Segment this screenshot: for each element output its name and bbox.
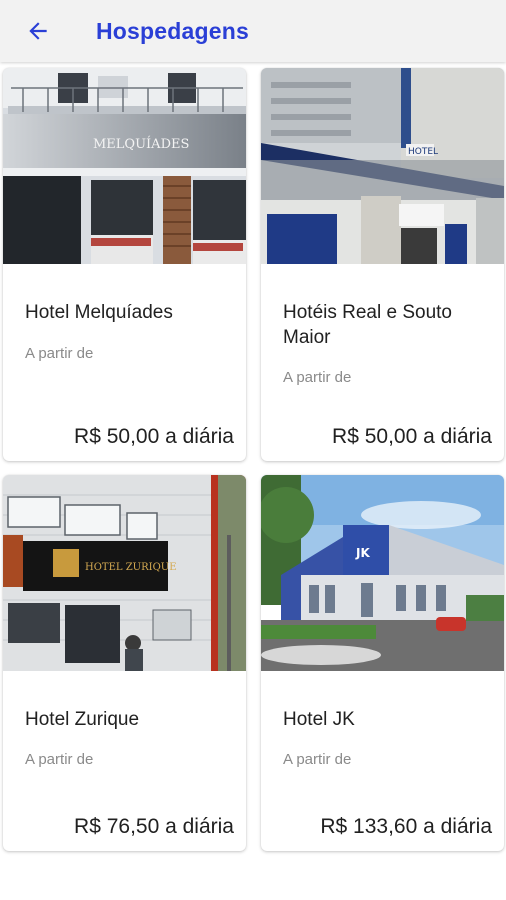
- hotel-name: Hotel JK: [283, 709, 355, 730]
- hotel-photo: JK: [261, 475, 504, 671]
- hotel-sign: JK: [355, 546, 370, 560]
- hotel-sign: MELQUÍADES: [93, 136, 189, 152]
- hotel-sign: HOTEL: [408, 147, 438, 157]
- hotel-name: Hotéis Real e Souto Maior: [283, 302, 452, 348]
- arrow-left-icon: [29, 22, 47, 40]
- hotel-card-melquiades[interactable]: MELQUÍADES Hotel Melquíades A partir de …: [3, 68, 246, 461]
- back-button[interactable]: [18, 11, 58, 51]
- hotel-photo: MELQUÍADES: [3, 68, 246, 264]
- price-from-label: A partir de: [25, 345, 94, 362]
- hotel-card-zurique[interactable]: HOTEL ZURIQUE Hotel Zurique A partir de …: [3, 475, 246, 851]
- hotel-photo: SOUTO MAIOR HOTEL: [261, 68, 504, 264]
- hotel-sign: HOTEL ZURIQUE: [85, 562, 177, 573]
- hotel-name: Hotel Melquíades: [25, 302, 173, 323]
- hotel-card-jk[interactable]: JK Hotel JK A partir de R$ 133,60 a diár…: [261, 475, 504, 851]
- app-bar: Hospedagens: [0, 0, 506, 62]
- price-from-label: A partir de: [283, 369, 352, 386]
- hotel-price: R$ 50,00 a diária: [74, 425, 234, 448]
- price-from-label: A partir de: [25, 751, 94, 768]
- hotel-price: R$ 50,00 a diária: [332, 425, 492, 448]
- price-from-label: A partir de: [283, 751, 352, 768]
- hotel-price: R$ 76,50 a diária: [74, 815, 234, 838]
- hotel-card-real-souto-maior[interactable]: SOUTO MAIOR HOTEL Hotéis Real e Souto Ma…: [261, 68, 504, 461]
- hotel-price: R$ 133,60 a diária: [320, 815, 492, 838]
- hotel-photo: HOTEL ZURIQUE: [3, 475, 246, 671]
- page-title: Hospedagens: [96, 17, 250, 44]
- hotel-name: Hotel Zurique: [25, 709, 140, 730]
- svg-text:SOUTO MAIOR: SOUTO MAIOR: [400, 80, 410, 145]
